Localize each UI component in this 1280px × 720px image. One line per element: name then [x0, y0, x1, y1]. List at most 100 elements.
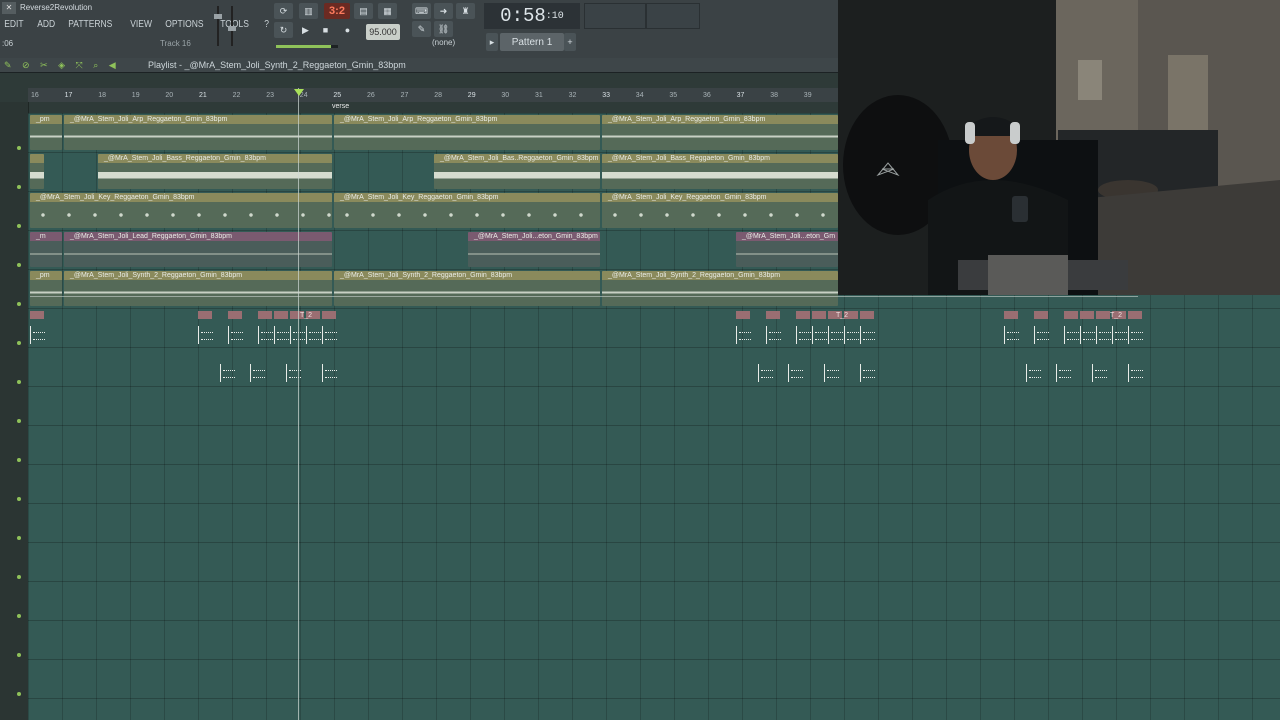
drum-hit-row2[interactable]: [758, 364, 775, 382]
drum-hit[interactable]: [322, 326, 339, 344]
drum-hit[interactable]: [30, 326, 47, 344]
playhead-marker[interactable]: [294, 89, 304, 96]
countdown-icon[interactable]: ▦: [378, 3, 397, 19]
clip-lead-1[interactable]: _@MrA_Stem_Joli_Lead_Reggaeton_Gmin_83bp…: [64, 232, 332, 267]
automation-line[interactable]: [30, 296, 1138, 297]
track-mute-led[interactable]: [17, 692, 21, 696]
arrow-icon[interactable]: ➜: [434, 3, 453, 19]
drum-hit-row2[interactable]: [1026, 364, 1043, 382]
pencil-icon[interactable]: ✎: [412, 21, 431, 37]
link-icon[interactable]: ⛓: [434, 21, 453, 37]
clip-bass-2[interactable]: _@MrA_Stem_Joli_Bas..Reggaeton_Gmin_83bp…: [434, 154, 600, 189]
menu-help[interactable]: ?: [260, 18, 273, 32]
pattern-add-icon[interactable]: +: [564, 33, 576, 51]
menu-view[interactable]: VIEW: [126, 18, 156, 32]
loop-record-icon[interactable]: ↻: [274, 22, 293, 38]
track-mute-led[interactable]: [17, 536, 21, 540]
metronome-icon[interactable]: ▥: [299, 3, 318, 19]
drum-clip-header[interactable]: [274, 311, 288, 319]
master-pitch-slider[interactable]: [228, 6, 236, 46]
clip-bass-1[interactable]: _@MrA_Stem_Joli_Bass_Reggaeton_Gmin_83bp…: [98, 154, 332, 189]
drum-hit-row2[interactable]: [788, 364, 805, 382]
tempo-field[interactable]: 95.000: [366, 24, 400, 40]
drum-hit[interactable]: [796, 326, 813, 344]
track-mute-led[interactable]: [17, 185, 21, 189]
clip-arp-start[interactable]: _pm: [30, 115, 62, 150]
track-mute-led[interactable]: [17, 302, 21, 306]
clip-bass-3[interactable]: _@MrA_Stem_Joli_Bass_Reggaeton_Gmin_83bp…: [602, 154, 838, 189]
drum-clip-header[interactable]: [860, 311, 874, 319]
drum-hit[interactable]: [198, 326, 215, 344]
drum-hit[interactable]: [306, 326, 323, 344]
track-mute-led[interactable]: [17, 614, 21, 618]
drum-clip-header[interactable]: [796, 311, 810, 319]
menu-patterns[interactable]: PATTERNS: [64, 18, 117, 32]
drum-clip-header[interactable]: [1034, 311, 1048, 319]
clip-key-3[interactable]: _@MrA_Stem_Joli_Key_Reggaeton_Gmin_83bpm: [602, 193, 838, 228]
track-mute-led[interactable]: [17, 575, 21, 579]
drum-hit[interactable]: [1064, 326, 1081, 344]
drum-hit-row2[interactable]: [1128, 364, 1145, 382]
clip-synth-start[interactable]: _pm: [30, 271, 62, 306]
clip-lead-2[interactable]: _@MrA_Stem_Joli...eton_Gmin_83bpm: [468, 232, 600, 267]
drum-hit[interactable]: [736, 326, 753, 344]
drum-hit-row2[interactable]: [220, 364, 237, 382]
drum-clip-header[interactable]: [228, 311, 242, 319]
stamp-icon[interactable]: ♜: [456, 3, 475, 19]
track-mute-led[interactable]: [17, 341, 21, 345]
play-icon[interactable]: ▶: [296, 22, 315, 38]
playlist-tools-icons[interactable]: ✎ ⊘ ✂ ◈ ⤧ ⌕ ◀: [4, 60, 120, 71]
clip-arp-2[interactable]: _@MrA_Stem_Joli_Arp_Reggaeton_Gmin_83bpm: [334, 115, 600, 150]
menu-options[interactable]: OPTIONS: [161, 18, 208, 32]
drum-clip-header[interactable]: [1096, 311, 1110, 319]
typing-keyboard-icon[interactable]: ⌨: [412, 3, 431, 19]
drum-clip-header[interactable]: [258, 311, 272, 319]
clip-synth-3[interactable]: _@MrA_Stem_Joli_Synth_2_Reggaeton_Gmin_8…: [602, 271, 838, 306]
track-mute-led[interactable]: [17, 419, 21, 423]
clip-arp-3[interactable]: _@MrA_Stem_Joli_Arp_Reggaeton_Gmin_83bpm: [602, 115, 838, 150]
drum-hit[interactable]: [1080, 326, 1097, 344]
drum-hit[interactable]: [1112, 326, 1129, 344]
drum-hit[interactable]: [1128, 326, 1145, 344]
drum-clip-header[interactable]: [812, 311, 826, 319]
menu-edit[interactable]: EDIT: [0, 18, 28, 32]
drum-hit-row2[interactable]: [322, 364, 339, 382]
pattern-prev-icon[interactable]: ▸: [486, 33, 498, 51]
drum-hit-row2[interactable]: [286, 364, 303, 382]
drum-hit[interactable]: [1096, 326, 1113, 344]
wait-input-icon[interactable]: ▤: [354, 3, 373, 19]
clip-key-1[interactable]: _@MrA_Stem_Joli_Key_Reggaeton_Gmin_83bpm: [30, 193, 332, 228]
master-volume-slider[interactable]: [214, 6, 222, 46]
drum-hit[interactable]: [274, 326, 291, 344]
track-mute-led[interactable]: [17, 458, 21, 462]
clip-synth-1[interactable]: _@MrA_Stem_Joli_Synth_2_Reggaeton_Gmin_8…: [64, 271, 332, 306]
stop-icon[interactable]: ■: [316, 22, 335, 38]
drum-hit[interactable]: [844, 326, 861, 344]
drum-hit[interactable]: [258, 326, 275, 344]
drum-hit-row2[interactable]: [250, 364, 267, 382]
clip-arp-1[interactable]: _@MrA_Stem_Joli_Arp_Reggaeton_Gmin_83bpm: [64, 115, 332, 150]
drum-clip-header[interactable]: [766, 311, 780, 319]
drum-hit[interactable]: [828, 326, 845, 344]
track-mute-led[interactable]: [17, 146, 21, 150]
clip-lead-start[interactable]: _m: [30, 232, 62, 267]
marker-verse[interactable]: verse: [332, 103, 349, 110]
drum-clip-header[interactable]: [736, 311, 750, 319]
drum-hit-row2[interactable]: [1092, 364, 1109, 382]
drum-clip-header[interactable]: [30, 311, 44, 319]
drum-hit[interactable]: [1004, 326, 1021, 344]
clip-synth-2[interactable]: _@MrA_Stem_Joli_Synth_2_Reggaeton_Gmin_8…: [334, 271, 600, 306]
timeline-ruler[interactable]: [28, 88, 838, 102]
track-mute-led[interactable]: [17, 497, 21, 501]
drum-hit[interactable]: [766, 326, 783, 344]
drum-hit[interactable]: [812, 326, 829, 344]
drum-hit-row2[interactable]: [1056, 364, 1073, 382]
drum-hit[interactable]: [860, 326, 877, 344]
close-icon[interactable]: ✕: [2, 2, 16, 14]
track-mute-led[interactable]: [17, 653, 21, 657]
drum-hit[interactable]: [1034, 326, 1051, 344]
drum-clip-header[interactable]: [1064, 311, 1078, 319]
clip-bass-start[interactable]: [30, 154, 44, 189]
track-mute-led[interactable]: [17, 263, 21, 267]
song-position-slider[interactable]: [276, 45, 338, 48]
